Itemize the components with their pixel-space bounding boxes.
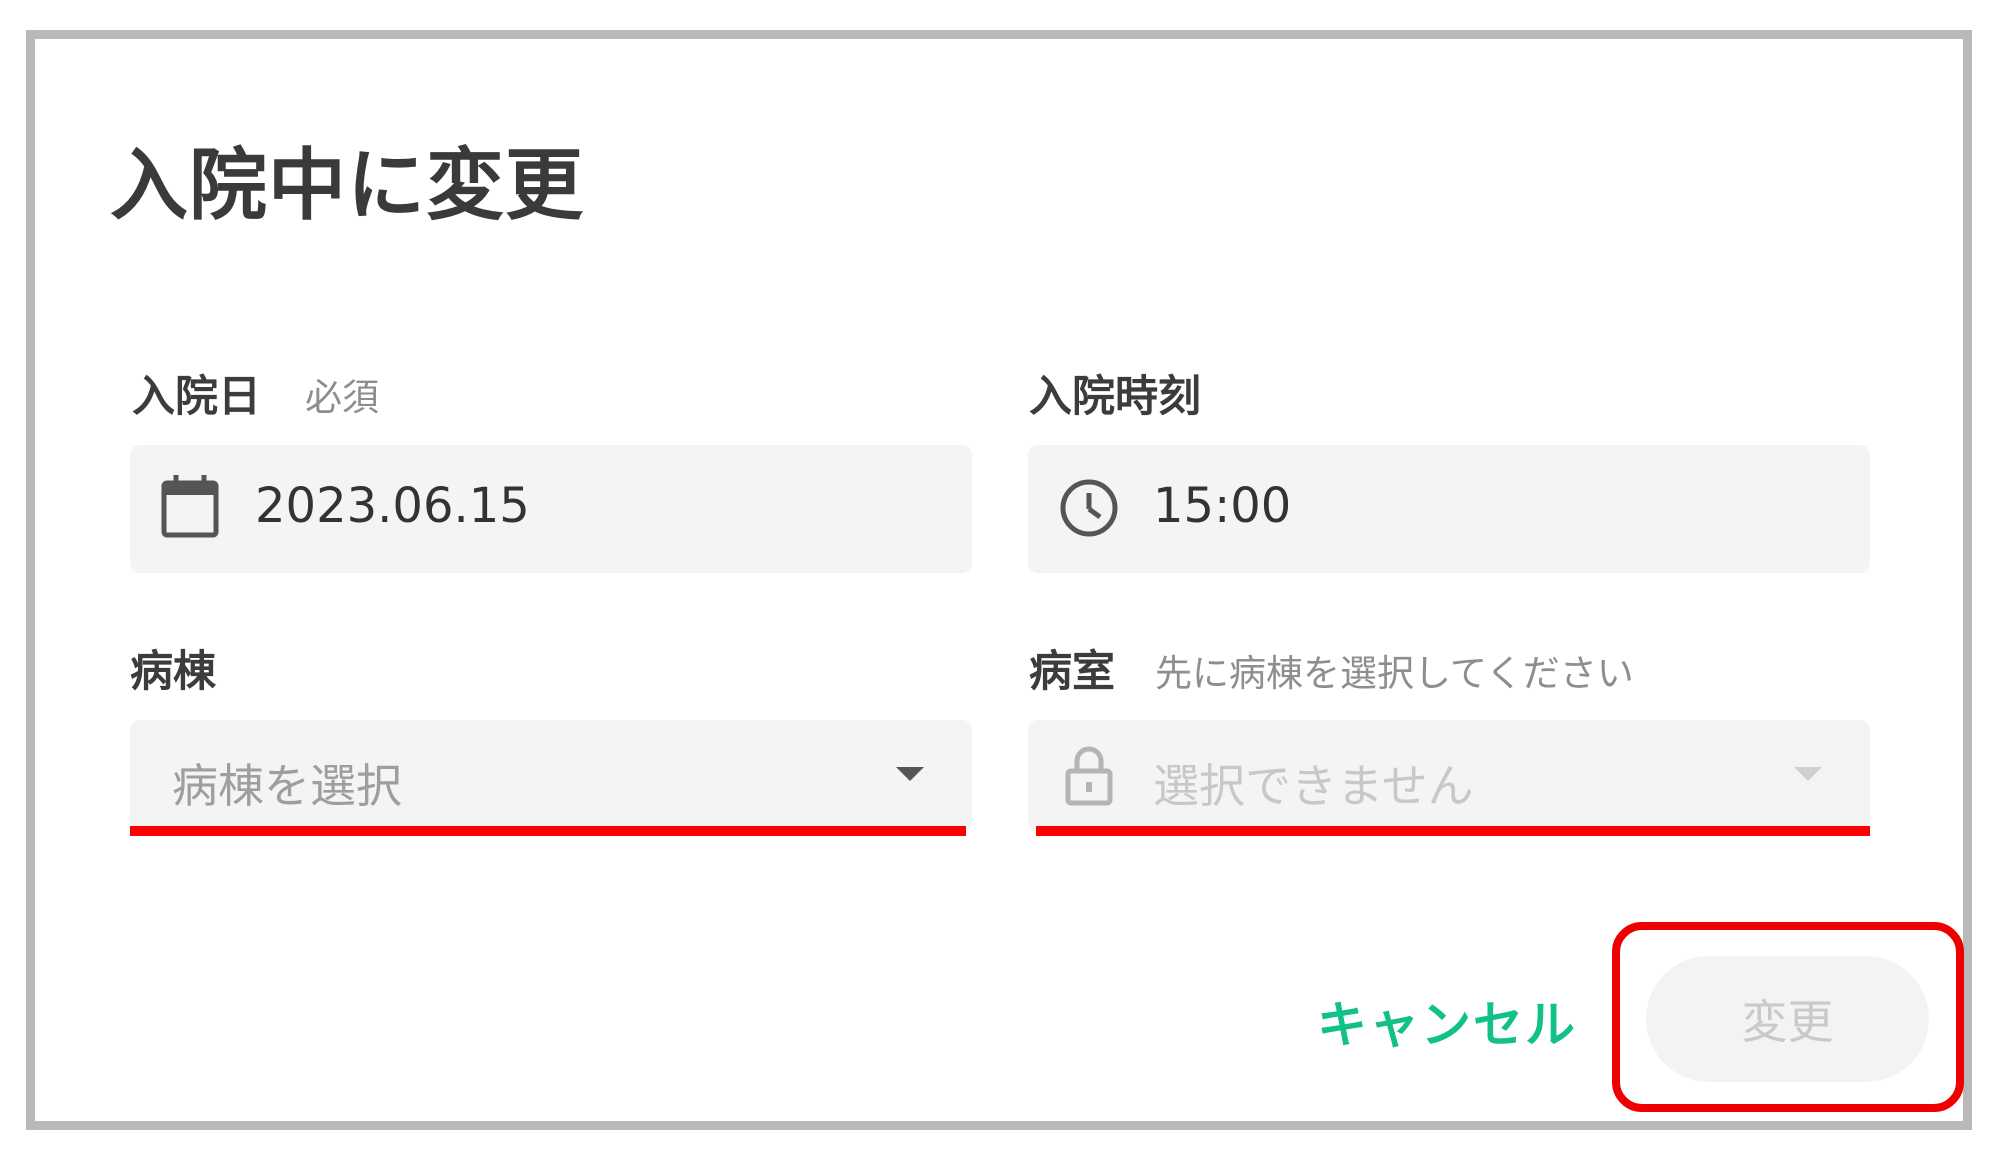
ward-label: 病棟 [130,647,216,697]
caret-down-icon [896,767,924,781]
ward-select[interactable]: 病棟を選択 [130,720,972,832]
admission-time-value: 15:00 [1153,478,1292,534]
admission-time-field[interactable]: 15:00 [1028,445,1870,573]
ward-placeholder: 病棟を選択 [172,759,402,813]
room-hint: 先に病棟を選択してください [1155,652,1634,695]
room-annotation-underline [1036,826,1870,836]
dialog-title: 入院中に変更 [110,141,585,231]
calendar-icon [161,475,219,538]
caret-down-icon [1794,767,1822,781]
lock-icon [1065,746,1113,806]
admission-date-label: 入院日 [132,372,261,422]
submit-annotation-box [1612,922,1964,1112]
required-badge: 必須 [305,376,379,419]
room-select[interactable]: 選択できません [1028,720,1870,832]
room-label: 病室 [1029,647,1115,697]
ward-annotation-underline [130,826,966,836]
admission-time-label: 入院時刻 [1029,372,1201,422]
admission-date-field[interactable]: 2023.06.15 [130,445,972,573]
clock-icon [1060,479,1118,537]
admission-date-value: 2023.06.15 [255,478,530,534]
cancel-button[interactable]: キャンセル [1317,985,1577,1057]
room-placeholder: 選択できません [1153,759,1474,813]
